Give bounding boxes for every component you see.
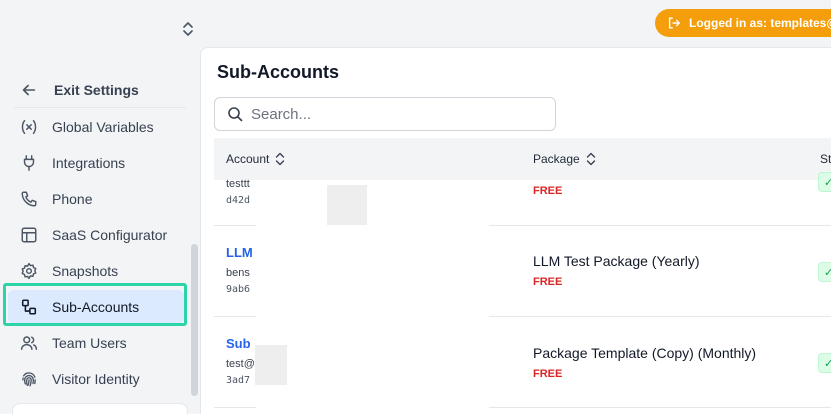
table-header: Account Package St (214, 138, 831, 180)
logged-in-text: Logged in as: templates@ (689, 16, 831, 30)
sidebar-item-label: Integrations (52, 155, 126, 171)
redaction-mask (327, 185, 367, 225)
search-field[interactable] (214, 97, 556, 131)
status-badge: ✓ (818, 262, 831, 282)
phone-icon (18, 188, 40, 210)
column-header-account[interactable]: Account (226, 138, 286, 180)
sidebar-item-visitor-identity[interactable]: Visitor Identity (8, 362, 184, 396)
main-panel: Sub-Accounts Account Package St testtt d… (200, 47, 831, 414)
sub-accounts-icon (18, 296, 40, 318)
variable-icon (18, 116, 40, 138)
sidebar-item-saas-configurator[interactable]: SaaS Configurator (8, 218, 184, 252)
column-header-label: Package (533, 152, 580, 166)
sidebar-bottom-card (12, 403, 188, 414)
status-badge: ✓ (818, 353, 831, 373)
redaction-mask (256, 185, 489, 414)
account-name-link[interactable]: LLM (226, 245, 253, 260)
gear-icon (18, 260, 40, 282)
sidebar-item-label: Global Variables (52, 119, 154, 135)
account-name-link[interactable]: Sub (226, 336, 251, 351)
account-email: testtt (226, 178, 250, 190)
sidebar-item-label: Snapshots (52, 263, 119, 279)
sidebar-item-team-users[interactable]: Team Users (8, 326, 184, 360)
account-id: 3ad7 (226, 375, 251, 386)
users-icon (18, 332, 40, 354)
account-email: bens (226, 267, 250, 279)
sidebar-item-label: Visitor Identity (52, 371, 140, 387)
column-header-label: St (820, 152, 831, 166)
redaction-mask (255, 345, 287, 385)
sidebar: Exit Settings Global Variables Integrati… (0, 0, 200, 414)
logged-in-badge[interactable]: Logged in as: templates@ (655, 9, 831, 37)
package-name: LLM Test Package (Yearly) (533, 253, 700, 269)
logout-icon (667, 16, 681, 30)
sidebar-item-phone[interactable]: Phone (8, 182, 184, 216)
search-icon (227, 106, 243, 122)
sidebar-item-global-variables[interactable]: Global Variables (8, 110, 184, 144)
column-header-package[interactable]: Package (533, 138, 597, 180)
plug-icon (18, 152, 40, 174)
exit-settings-label: Exit Settings (54, 81, 139, 98)
sidebar-item-label: Phone (52, 191, 93, 207)
exit-settings-button[interactable]: Exit Settings (14, 72, 186, 108)
package-tier: FREE (533, 368, 563, 380)
status-badge: ✓ (818, 172, 831, 192)
fingerprint-icon (18, 368, 40, 390)
package-name: Package Template (Copy) (Monthly) (533, 345, 757, 361)
sort-icon (274, 152, 286, 166)
sidebar-item-label: SaaS Configurator (52, 227, 168, 243)
account-id: 9ab6 (226, 284, 251, 295)
arrow-left-icon (18, 79, 40, 101)
column-header-label: Account (226, 152, 270, 166)
sidebar-item-integrations[interactable]: Integrations (8, 146, 184, 180)
sidebar-item-label: Team Users (52, 335, 127, 351)
layout-icon (18, 224, 40, 246)
package-tier: FREE (533, 276, 563, 288)
sidebar-item-sub-accounts[interactable]: Sub-Accounts (8, 290, 184, 324)
sort-icon (585, 152, 597, 166)
sidebar-item-label: Sub-Accounts (52, 299, 140, 315)
sidebar-item-snapshots[interactable]: Snapshots (8, 254, 184, 288)
account-id: d42d (226, 195, 251, 206)
package-tier: FREE (533, 185, 563, 197)
account-email: test@ (226, 358, 255, 370)
search-input[interactable] (251, 105, 531, 123)
page-title: Sub-Accounts (217, 62, 340, 82)
sidebar-scrollbar[interactable] (191, 244, 198, 396)
chevron-up-down-icon[interactable] (180, 20, 196, 38)
